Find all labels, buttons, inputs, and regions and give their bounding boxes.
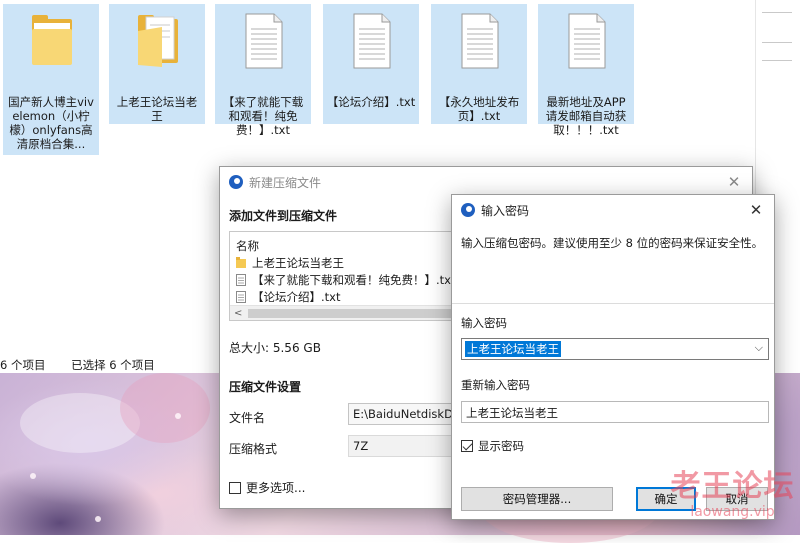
dialog-titlebar[interactable]: 新建压缩文件	[220, 167, 752, 197]
format-label: 压缩格式	[229, 442, 278, 456]
checkbox-checked[interactable]	[461, 440, 473, 452]
filename-label: 文件名	[229, 411, 266, 425]
show-password-label: 显示密码	[478, 439, 524, 453]
explorer-status-bar: 6 个项目 已选择 6 个项目	[0, 357, 177, 373]
more-options-label: 更多选项...	[246, 481, 306, 495]
divider	[762, 60, 792, 61]
close-icon[interactable]: ✕	[746, 200, 766, 220]
horizontal-scrollbar[interactable]: <	[230, 305, 458, 320]
password-combobox[interactable]: 上老王论坛当老王 ⌵	[461, 338, 769, 360]
file-item-folder-laowang[interactable]: 上老王论坛当老王	[109, 4, 205, 124]
password-hint: 输入压缩包密码。建议使用至少 8 位的密码来保证安全性。	[461, 236, 764, 250]
add-files-heading: 添加文件到压缩文件	[229, 209, 338, 223]
checkbox[interactable]	[229, 481, 241, 494]
filename-input[interactable]: E:\BaiduNetdiskDow	[348, 403, 458, 425]
file-item-txt-permanent[interactable]: 【永久地址发布页】.txt	[431, 4, 527, 124]
dialog-title: 输入密码	[481, 203, 530, 218]
close-icon[interactable]: ✕	[724, 172, 744, 192]
settings-heading: 压缩文件设置	[229, 380, 302, 394]
text-file-icon	[353, 13, 391, 69]
wallpaper-petal	[175, 413, 181, 419]
chevron-down-icon[interactable]: ⌵	[755, 341, 763, 355]
format-select[interactable]: 7Z	[348, 435, 458, 457]
app-logo-icon	[461, 203, 475, 217]
scrollbar-thumb[interactable]	[248, 309, 458, 318]
wallpaper-petal	[30, 473, 36, 479]
password-value: 上老王论坛当老王	[465, 341, 561, 357]
app-logo-icon	[229, 175, 243, 189]
list-header: 名称	[236, 239, 259, 253]
folder-icon	[236, 257, 246, 268]
file-item-txt-free[interactable]: 【来了就能下载和观看！纯免费！】.txt	[215, 4, 311, 137]
divider	[762, 42, 792, 43]
folder-icon	[32, 15, 72, 65]
file-item-txt-intro[interactable]: 【论坛介绍】.txt	[323, 4, 419, 124]
text-file-icon	[461, 13, 499, 69]
file-item-label: 【论坛介绍】.txt	[326, 95, 416, 109]
wallpaper-highlight	[120, 373, 210, 443]
file-item-label: 【永久地址发布页】.txt	[438, 95, 520, 123]
total-size: 总大小: 5.56 GB	[229, 341, 321, 355]
list-item[interactable]: 上老王论坛当老王	[236, 255, 344, 271]
text-file-icon	[236, 274, 246, 286]
list-item[interactable]: 【论坛介绍】.txt	[236, 289, 340, 305]
dialog-title: 新建压缩文件	[249, 175, 322, 190]
list-item-label: 【论坛介绍】.txt	[252, 290, 341, 304]
password-label: 输入密码	[461, 316, 507, 330]
text-file-icon	[236, 291, 246, 303]
file-item-label: 最新地址及APP请发邮箱自动获取！！！.txt	[545, 95, 627, 137]
list-item-label: 上老王论坛当老王	[252, 256, 344, 270]
more-options-checkbox[interactable]: 更多选项...	[229, 479, 305, 496]
ok-button[interactable]: 确定	[636, 487, 696, 511]
password-manager-button[interactable]: 密码管理器...	[461, 487, 613, 511]
file-item-txt-latest[interactable]: 最新地址及APP请发邮箱自动获取！！！.txt	[538, 4, 634, 137]
selected-count: 已选择 6 个项目	[71, 358, 155, 372]
divider	[762, 12, 792, 13]
text-file-icon	[245, 13, 283, 69]
file-item-label: 上老王论坛当老王	[116, 95, 198, 123]
list-item-label: 【来了就能下载和观看！纯免费！】.txt	[252, 273, 456, 287]
password-dialog: 输入密码 ✕ 输入压缩包密码。建议使用至少 8 位的密码来保证安全性。 输入密码…	[451, 194, 775, 520]
file-item-label: 国产新人博主vivelemon（小柠檬）onlyfans高清原档合集...	[8, 95, 94, 151]
archive-file-list[interactable]: 名称 上老王论坛当老王 【来了就能下载和观看！纯免费！】.txt 【论坛介绍】.…	[229, 231, 459, 321]
divider	[452, 303, 774, 304]
list-item[interactable]: 【来了就能下载和观看！纯免费！】.txt	[236, 272, 455, 288]
cancel-button[interactable]: 取消	[706, 487, 768, 511]
chevron-left-icon[interactable]: <	[234, 306, 242, 320]
file-item-label: 【来了就能下载和观看！纯免费！】.txt	[222, 95, 304, 137]
confirm-password-label: 重新输入密码	[461, 378, 530, 392]
dialog-titlebar[interactable]: 输入密码	[452, 195, 774, 225]
confirm-password-input[interactable]: 上老王论坛当老王	[461, 401, 769, 423]
text-file-icon	[568, 13, 606, 69]
wallpaper-petal	[95, 516, 101, 522]
show-password-checkbox[interactable]: 显示密码	[461, 438, 524, 454]
file-item-folder-vivelemon[interactable]: 国产新人博主vivelemon（小柠檬）onlyfans高清原档合集...	[3, 4, 99, 155]
item-count: 6 个项目	[0, 358, 46, 372]
folder-open-icon	[138, 15, 178, 67]
